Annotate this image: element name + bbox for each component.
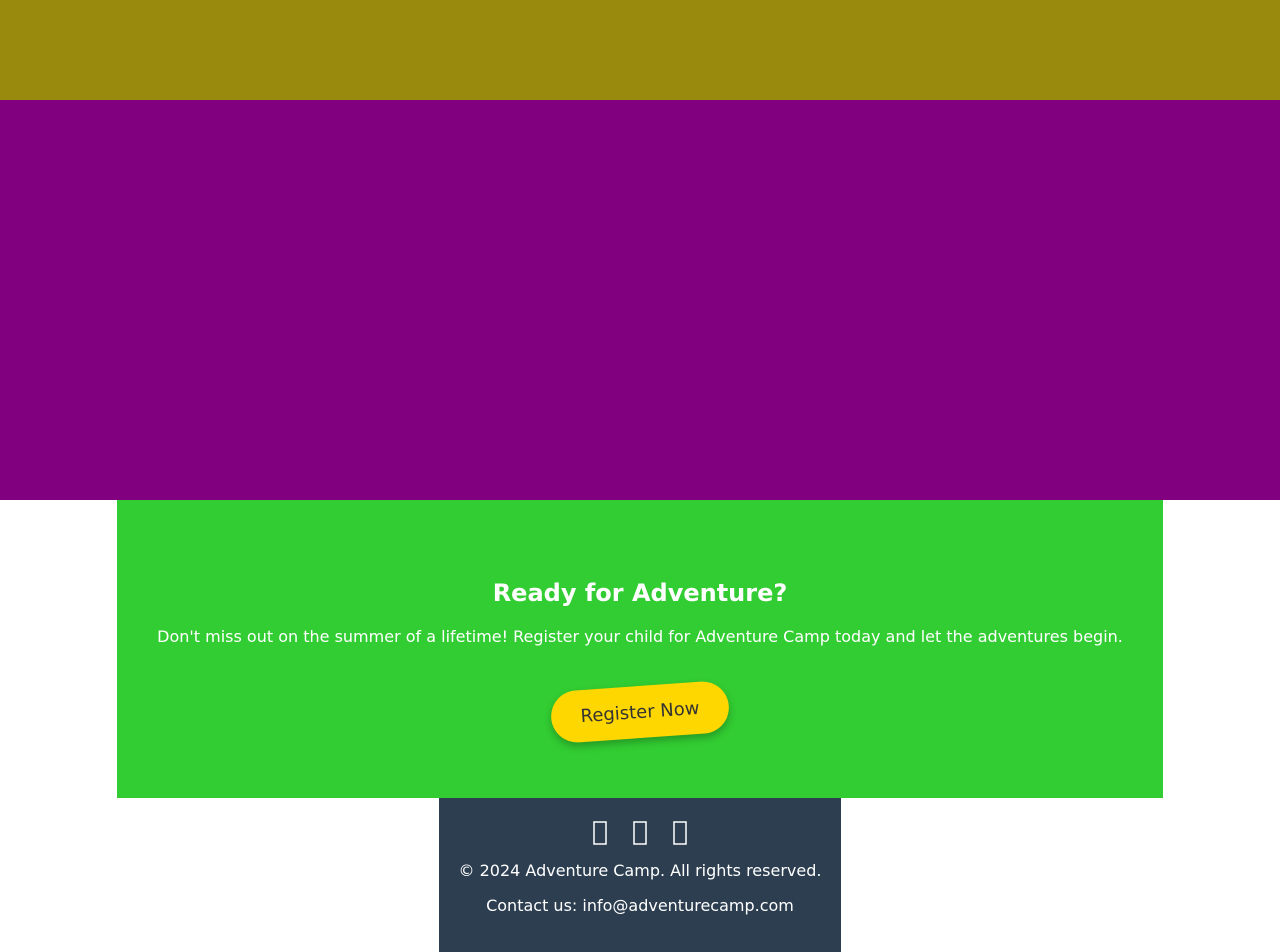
cta-description: Don't miss out on the summer of a lifeti… bbox=[157, 627, 1123, 646]
footer: © 2024 Adventure Camp. All rights reserv… bbox=[439, 798, 841, 952]
twitter-icon[interactable] bbox=[669, 818, 691, 848]
contact-text: Contact us: info@adventurecamp.com bbox=[486, 896, 794, 915]
copyright-text: © 2024 Adventure Camp. All rights reserv… bbox=[458, 861, 822, 880]
instagram-icon[interactable] bbox=[629, 818, 651, 848]
facebook-icon[interactable] bbox=[589, 818, 611, 848]
cta-title: Ready for Adventure? bbox=[492, 579, 788, 607]
social-links bbox=[439, 818, 841, 848]
hero-banner bbox=[0, 100, 1280, 500]
cta-section: Ready for Adventure? Don't miss out on t… bbox=[117, 500, 1163, 798]
top-bar bbox=[0, 0, 1280, 100]
register-now-button[interactable]: Register Now bbox=[549, 679, 731, 745]
